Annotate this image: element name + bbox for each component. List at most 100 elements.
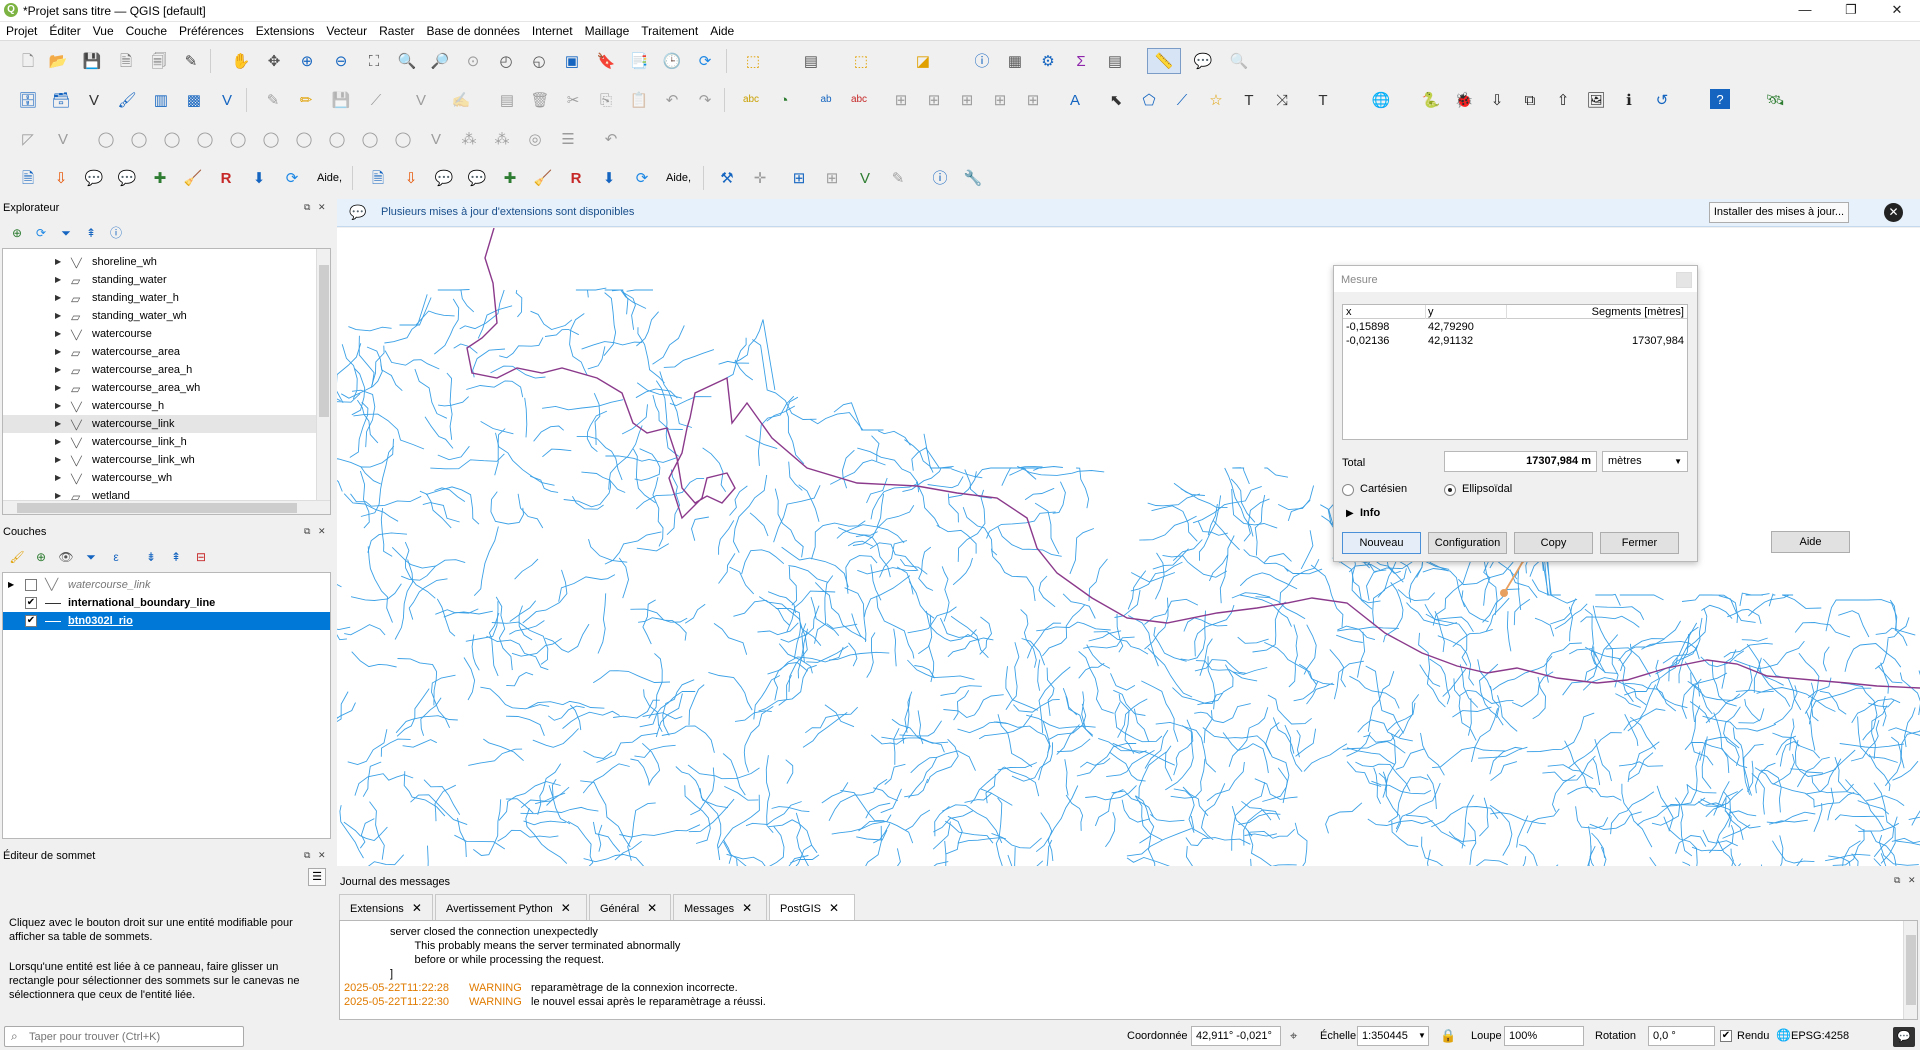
add-wms-layer-icon[interactable]: ▩ (183, 89, 205, 111)
info-section-label[interactable]: Info (1360, 507, 1380, 519)
layer-styling-icon[interactable]: 🖌 (6, 546, 28, 568)
move-label-icon[interactable]: ⊞ (890, 89, 912, 111)
temporal-controller-icon[interactable]: 🕒 (661, 50, 683, 72)
layer-row-international-boundary-line[interactable]: ✔ international_boundary_line (3, 594, 330, 612)
plugin-a2-icon[interactable]: 🗎 (367, 167, 389, 189)
new-geopackage-layer-icon[interactable]: 🗃 (50, 89, 72, 111)
close-panel-icon[interactable]: ✕ (318, 850, 326, 861)
add-vector-layer-icon[interactable]: V (83, 89, 105, 111)
layer-row-btn0302l-rio[interactable]: ✔ btn0302l_rio (3, 612, 330, 630)
close-tab-icon[interactable]: ✕ (412, 901, 422, 915)
add-selected-layers-icon[interactable]: ⊕ (6, 222, 28, 244)
measure-row[interactable]: -0,02136 42,91132 17307,984 (1343, 334, 1687, 348)
expand-arrow-icon[interactable]: ▶ (55, 307, 61, 325)
chevron-down-icon[interactable]: ▼ (1418, 1031, 1426, 1040)
browser-hscrollbar[interactable] (3, 500, 330, 514)
layer-visibility-checkbox[interactable]: ✔ (25, 615, 37, 627)
map-canvas[interactable]: Mesure x y Segments [mètres] -0,15898 42… (337, 228, 1920, 866)
toggle-extents-icon[interactable]: ⌖ (1290, 1028, 1297, 1044)
open-project-icon[interactable]: 📂 (47, 50, 69, 72)
rotate-label-icon[interactable]: ⊞ (923, 89, 945, 111)
plugin-download2-icon[interactable]: ⬇ (598, 167, 620, 189)
expand-arrow-icon[interactable]: ▶ (55, 289, 61, 307)
label-tool-icon[interactable]: abc (740, 89, 762, 111)
menu-aide[interactable]: Aide (704, 22, 740, 41)
add-mesh-layer-icon[interactable]: ▥ (150, 89, 172, 111)
browser-item[interactable]: ▶ ▱ watercourse_area_h (3, 361, 330, 379)
total-value-field[interactable]: 17307,984 m (1444, 451, 1597, 472)
georeferencer-icon[interactable]: 🌐 (1370, 89, 1392, 111)
plugin-r-icon[interactable]: R (215, 167, 237, 189)
expand-arrow-icon[interactable]: ▶ (55, 361, 61, 379)
tab-general[interactable]: Général ✕ (589, 894, 671, 920)
menu-editer[interactable]: Éditer (43, 22, 86, 41)
measure-line-icon[interactable]: 📏 (1147, 48, 1181, 74)
cut-features-icon[interactable]: ✂ (562, 89, 584, 111)
expand-arrow-icon[interactable]: ▶ (55, 379, 61, 397)
merge-features-icon[interactable]: ⁂ (458, 128, 480, 150)
annotation-polygon-icon[interactable]: ⬠ (1138, 89, 1160, 111)
close-panel-icon[interactable]: ✕ (318, 526, 326, 537)
plugin-globe-icon[interactable]: 🛰 (1764, 89, 1786, 111)
plugin-v-icon[interactable]: V (854, 167, 876, 189)
delete-part-icon[interactable]: ◯ (227, 128, 249, 150)
vertex-options-menu-icon[interactable]: ☰ (308, 868, 326, 886)
annotation-text-icon[interactable]: A (1064, 89, 1086, 111)
split-parts-icon[interactable]: V (425, 128, 447, 150)
plugin-refresh-icon[interactable]: ⟳ (281, 167, 303, 189)
browser-item[interactable]: ▶ ╲╱ watercourse_link (3, 415, 330, 433)
expand-arrow-icon[interactable]: ▶ (55, 451, 61, 469)
zoom-selection-icon[interactable]: 🔍 (396, 50, 418, 72)
browser-item[interactable]: ▶ ╲╱ watercourse_link_h (3, 433, 330, 451)
plugin-chat-icon[interactable]: 💬 (83, 167, 105, 189)
menu-vue[interactable]: Vue (87, 22, 120, 41)
paste-features-icon[interactable]: 📋 (628, 89, 650, 111)
install-updates-button[interactable]: Installer des mises à jour... (1709, 202, 1849, 223)
collapse-all-layers-icon[interactable]: ⇞ (165, 546, 187, 568)
filter-browser-icon[interactable]: ⏷ (55, 222, 77, 244)
redo-icon[interactable]: ↷ (694, 89, 716, 111)
modify-attributes-icon[interactable]: ✍ (450, 89, 472, 111)
zoom-layer-icon[interactable]: 🔎 (429, 50, 451, 72)
tab-extensions[interactable]: Extensions ✕ (339, 894, 433, 920)
add-wfs-layer-icon[interactable]: V (216, 89, 238, 111)
identify-features-icon[interactable]: ⓘ (971, 50, 993, 72)
new-map-view-icon[interactable]: ▣ (561, 50, 583, 72)
expand-arrow-icon[interactable]: ▶ (55, 415, 61, 433)
close-panel-icon[interactable]: ✕ (318, 202, 326, 213)
plugin-crosshair-icon[interactable]: ✛ (749, 167, 771, 189)
plugin-grid-icon[interactable]: ⊞ (788, 167, 810, 189)
diagram-tool-icon[interactable]: ◔ (773, 89, 795, 111)
zoom-native-icon[interactable]: ⊙ (462, 50, 484, 72)
deselect-features-icon[interactable]: ⬚ (850, 50, 872, 72)
float-panel-icon[interactable]: ⧉ (304, 526, 310, 537)
browser-item[interactable]: ▶ ▱ watercourse_area (3, 343, 330, 361)
expand-arrow-icon[interactable]: ▶ (55, 325, 61, 343)
expand-all-icon[interactable]: ⇟ (140, 546, 162, 568)
browser-item[interactable]: ▶ ▱ standing_water_wh (3, 307, 330, 325)
expand-arrow-icon[interactable]: ▶ (55, 433, 61, 451)
rotation-field[interactable]: 0,0 ° (1648, 1026, 1715, 1046)
menu-raster[interactable]: Raster (373, 22, 420, 41)
delete-selected-icon[interactable]: 🗑 (529, 89, 551, 111)
plugin-b2-icon[interactable]: ⇩ (400, 167, 422, 189)
refresh-browser-icon[interactable]: ⟳ (30, 222, 52, 244)
filter-expression-icon[interactable]: ε (105, 546, 127, 568)
shape-digitizing-icon[interactable]: V (52, 128, 74, 150)
python-console-icon[interactable]: 🐍 (1420, 89, 1442, 111)
close-window-button[interactable]: ✕ (1874, 0, 1920, 22)
undo-icon[interactable]: ↶ (661, 89, 683, 111)
browser-vscrollbar[interactable] (316, 249, 330, 500)
measure-new-button[interactable]: Nouveau (1342, 532, 1421, 554)
copy-layer-icon[interactable]: ⧉ (1519, 89, 1541, 111)
browser-item[interactable]: ▶ ╲╱ watercourse_wh (3, 469, 330, 487)
zoom-last-icon[interactable]: ◴ (495, 50, 517, 72)
rotate-point-icon[interactable]: ◎ (524, 128, 546, 150)
messages-icon[interactable]: 💬 (1893, 1027, 1915, 1047)
plugin-refresh2-icon[interactable]: ⟳ (631, 167, 653, 189)
expand-arrow-icon[interactable]: ▶ (55, 397, 61, 415)
select-by-value-icon[interactable]: ▤ (800, 50, 822, 72)
data-source-manager-icon[interactable]: 🗄 (17, 89, 39, 111)
export-icon[interactable]: ⇧ (1552, 89, 1574, 111)
expand-arrow-icon[interactable]: ▶ (8, 576, 14, 594)
